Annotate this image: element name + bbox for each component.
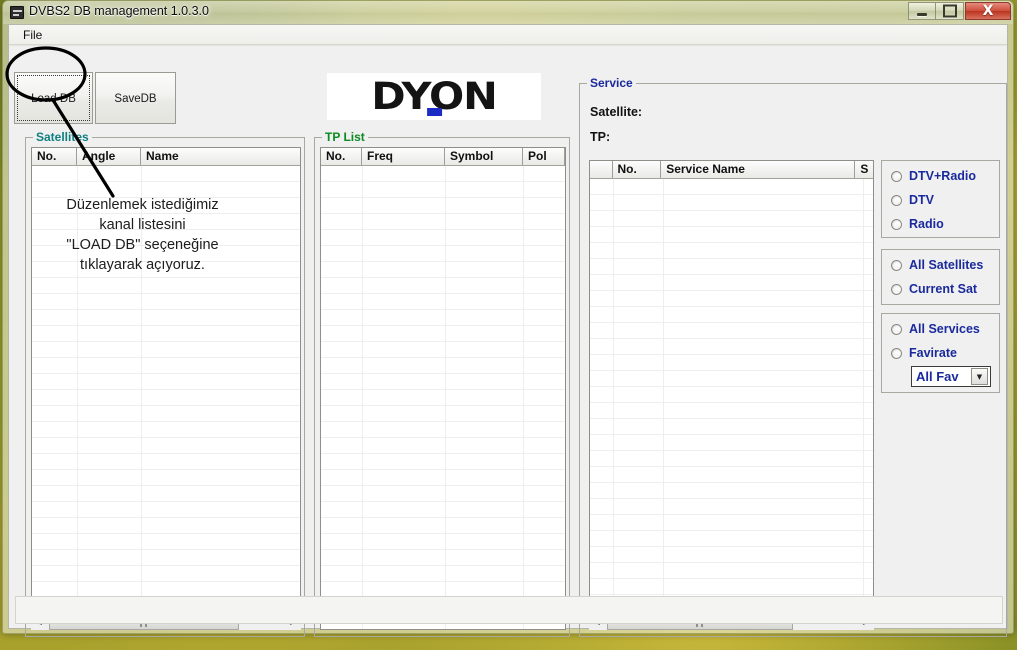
radio-button-icon[interactable] <box>891 218 902 230</box>
radio-button-icon[interactable] <box>891 347 902 359</box>
minimize-icon <box>917 13 927 16</box>
radio-radio[interactable]: Radio <box>882 212 999 236</box>
tplist-group-label: TP List <box>322 130 368 144</box>
radio-current-sat[interactable]: Current Sat <box>882 277 999 301</box>
application-window: DVBS2 DB management 1.0.3.0 X File Load <box>2 0 1014 637</box>
client-area: File Load DB SaveDB DYON Satellites No. … <box>8 24 1008 637</box>
radio-label: Favirate <box>909 346 957 360</box>
radio-favirate[interactable]: Favirate <box>882 341 999 365</box>
tplist-column-no[interactable]: No. <box>321 148 362 165</box>
close-button[interactable]: X <box>965 2 1011 20</box>
radio-label: All Services <box>909 322 980 336</box>
service-group: Service Satellite: TP: No. Service Name … <box>579 76 1007 637</box>
favourite-select[interactable]: All Fav ▼ <box>911 366 991 387</box>
tp-label: TP: <box>590 130 611 144</box>
tplist-list-header: No. Freq Symbol Pol <box>321 148 565 166</box>
logo-accent-mark <box>427 108 443 116</box>
tplist-list[interactable]: No. Freq Symbol Pol <box>320 147 566 630</box>
maximize-button[interactable] <box>936 2 964 20</box>
radio-button-icon[interactable] <box>891 323 902 335</box>
radio-label: Current Sat <box>909 282 978 296</box>
service-column-no[interactable]: No. <box>613 161 662 178</box>
service-type-filter-panel: DTV+Radio DTV Radio <box>881 160 1000 238</box>
favourite-select-value: All Fav <box>916 369 959 384</box>
service-list-body[interactable] <box>590 179 873 611</box>
chevron-down-icon[interactable]: ▼ <box>971 368 988 385</box>
minimize-button[interactable] <box>908 2 936 20</box>
window-title: DVBS2 DB management 1.0.3.0 <box>29 4 209 18</box>
status-bar <box>15 596 1003 624</box>
service-column-name[interactable]: Service Name <box>661 161 856 178</box>
maximize-icon <box>942 4 957 18</box>
service-satellite-filter-panel: All Satellites Current Sat <box>881 249 1000 305</box>
service-column-check[interactable] <box>590 161 613 178</box>
radio-label: All Satellites <box>909 258 984 272</box>
desktop-background: DVBS2 DB management 1.0.3.0 X File Load <box>0 0 1017 650</box>
window-controls: X <box>908 2 1011 20</box>
radio-button-icon[interactable] <box>891 194 902 206</box>
annotation-text: Düzenlemek istediğimiz kanal listesini "… <box>66 197 219 273</box>
app-icon <box>10 6 24 19</box>
satellites-list-header: No. Angle Name <box>32 148 300 166</box>
service-list-header: No. Service Name S <box>590 161 873 179</box>
load-db-button[interactable]: Load DB <box>14 72 93 124</box>
dyon-logo: DYON <box>327 73 541 120</box>
service-favourite-filter-panel: All Services Favirate All Fav ▼ <box>881 313 1000 393</box>
service-grid-line <box>863 179 864 611</box>
tplist-column-pol[interactable]: Pol <box>523 148 565 165</box>
title-bar[interactable]: DVBS2 DB management 1.0.3.0 X <box>3 1 1013 24</box>
tplist-group: TP List No. Freq Symbol Pol <box>314 130 570 637</box>
save-db-button[interactable]: SaveDB <box>95 72 176 124</box>
radio-all-satellites[interactable]: All Satellites <box>882 253 999 277</box>
satellites-group-label: Satellites <box>33 130 92 144</box>
radio-label: DTV+Radio <box>909 169 977 183</box>
tplist-grid-line <box>362 166 363 629</box>
radio-label: Radio <box>909 217 944 231</box>
radio-dtv-radio[interactable]: DTV+Radio <box>882 164 999 188</box>
service-column-s[interactable]: S <box>855 161 873 178</box>
service-group-label: Service <box>587 76 636 90</box>
radio-button-icon[interactable] <box>891 283 902 295</box>
menu-bar: File <box>9 25 1007 45</box>
radio-all-services[interactable]: All Services <box>882 317 999 341</box>
service-list[interactable]: No. Service Name S <box>589 160 874 612</box>
radio-button-icon[interactable] <box>891 259 902 271</box>
radio-label: DTV <box>909 193 934 207</box>
tplist-column-freq[interactable]: Freq <box>362 148 445 165</box>
radio-button-icon[interactable] <box>891 170 902 182</box>
tplist-grid-line <box>445 166 446 629</box>
satellites-column-name[interactable]: Name <box>141 148 300 165</box>
service-grid-line <box>613 179 614 611</box>
toolbar-separator <box>9 45 1007 46</box>
tplist-grid-line <box>523 166 524 629</box>
satellites-column-no[interactable]: No. <box>32 148 77 165</box>
menu-item-file[interactable]: File <box>17 27 48 43</box>
satellite-label: Satellite: <box>590 105 643 119</box>
satellites-column-angle[interactable]: Angle <box>77 148 141 165</box>
tplist-list-body[interactable] <box>321 166 565 629</box>
radio-dtv[interactable]: DTV <box>882 188 999 212</box>
close-icon: X <box>982 3 994 19</box>
service-grid-line <box>663 179 664 611</box>
tplist-column-symbol[interactable]: Symbol <box>445 148 523 165</box>
